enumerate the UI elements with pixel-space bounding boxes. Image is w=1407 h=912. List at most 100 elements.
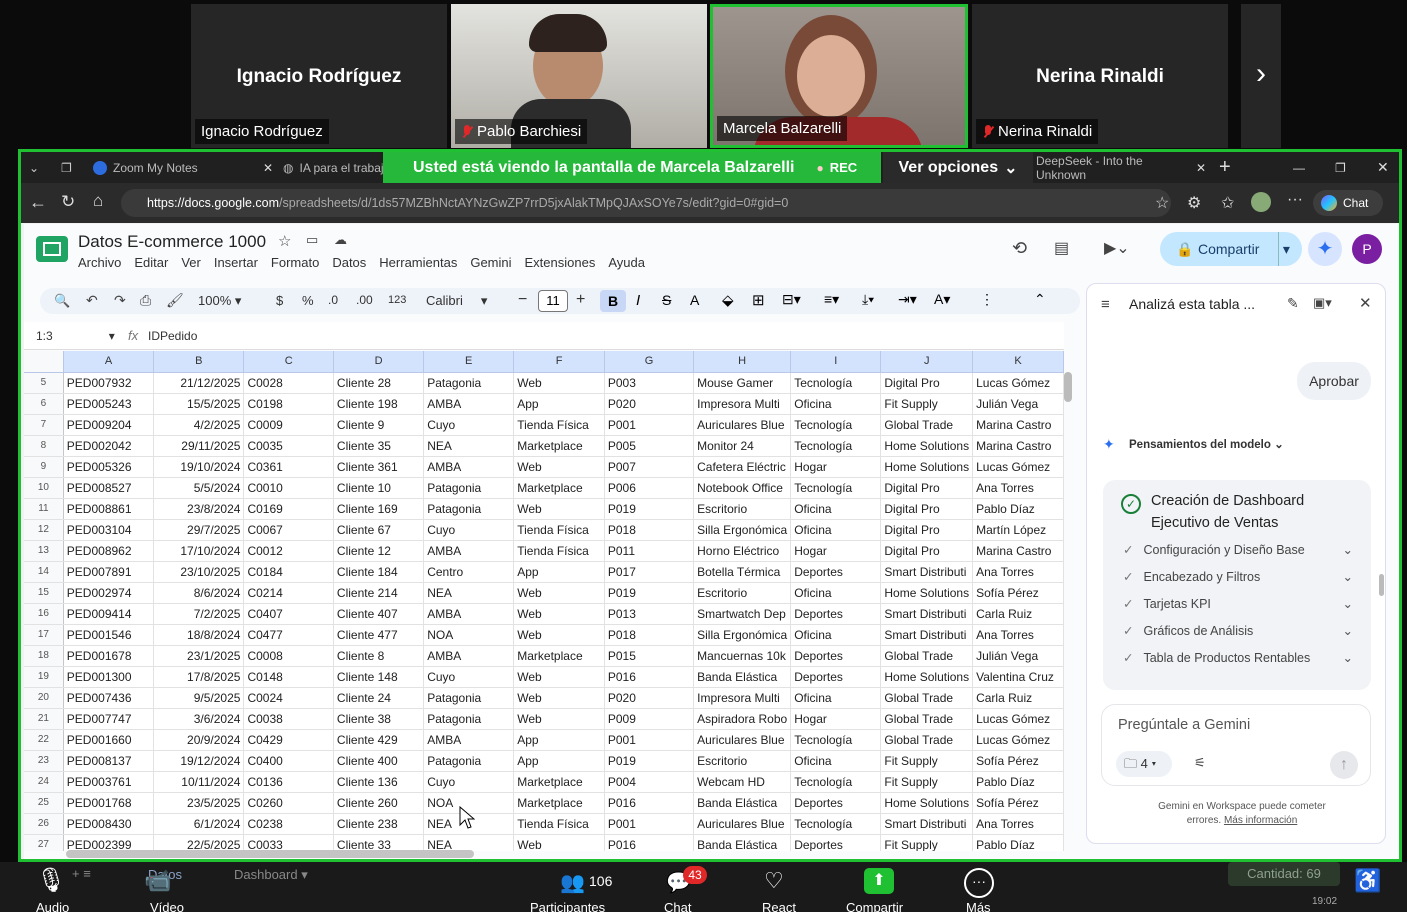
- table-cell[interactable]: Escritorio: [693, 750, 792, 772]
- table-cell[interactable]: Cuyo: [423, 414, 515, 436]
- table-cell[interactable]: Impresora Multi: [693, 687, 792, 709]
- table-cell[interactable]: Marina Castro: [972, 414, 1064, 436]
- table-cell[interactable]: Tienda Física: [513, 540, 605, 562]
- gemini-input-box[interactable]: Pregúntale a Gemini 🗀 4 ▾ ⚟ ↑: [1101, 704, 1371, 786]
- table-cell[interactable]: 5/5/2024: [153, 477, 245, 499]
- table-cell[interactable]: P004: [604, 771, 695, 793]
- table-cell[interactable]: Marketplace: [513, 771, 605, 793]
- table-row[interactable]: 10 PED008527 5/5/2024 C0010 Cliente 10 Patago…: [24, 477, 1064, 499]
- table-cell[interactable]: Cuyo: [423, 519, 515, 541]
- row-number[interactable]: 12: [24, 519, 64, 541]
- table-row[interactable]: 13 PED008962 17/10/2024 C0012 Cliente 12 AMBA…: [24, 540, 1064, 562]
- table-cell[interactable]: Oficina: [790, 687, 882, 709]
- table-cell[interactable]: Escritorio: [693, 498, 792, 520]
- table-cell[interactable]: P001: [604, 414, 695, 436]
- table-cell[interactable]: Oficina: [790, 393, 882, 415]
- table-cell[interactable]: PED002042: [63, 435, 155, 457]
- row-number[interactable]: 19: [24, 666, 64, 688]
- table-cell[interactable]: Web: [513, 498, 605, 520]
- table-cell[interactable]: PED007747: [63, 708, 155, 730]
- table-cell[interactable]: AMBA: [423, 645, 515, 667]
- table-cell[interactable]: 20/9/2024: [153, 729, 245, 751]
- approve-button[interactable]: Aprobar: [1297, 362, 1371, 400]
- table-cell[interactable]: Marketplace: [513, 645, 605, 667]
- table-cell[interactable]: Cliente 361: [333, 456, 425, 478]
- column-header[interactable]: E: [423, 351, 515, 373]
- star-icon[interactable]: ☆: [278, 232, 291, 250]
- table-cell[interactable]: NOA: [423, 624, 515, 646]
- move-folder-icon[interactable]: ▭: [306, 232, 318, 248]
- column-header[interactable]: F: [513, 351, 605, 373]
- table-cell[interactable]: Pablo Díaz: [972, 498, 1064, 520]
- table-cell[interactable]: 3/6/2024: [153, 708, 245, 730]
- task-step[interactable]: ✓ Configuración y Diseño Base ⌄: [1123, 542, 1353, 559]
- more-dots-icon[interactable]: ···: [964, 868, 994, 898]
- row-number[interactable]: 23: [24, 750, 64, 772]
- table-cell[interactable]: PED008861: [63, 498, 155, 520]
- close-panel-icon[interactable]: ✕: [1359, 294, 1372, 312]
- table-cell[interactable]: Cliente 184: [333, 561, 425, 583]
- table-cell[interactable]: Centro: [423, 561, 515, 583]
- column-header[interactable]: A: [63, 351, 155, 373]
- table-cell[interactable]: Marketplace: [513, 435, 605, 457]
- table-cell[interactable]: P018: [604, 624, 695, 646]
- account-avatar[interactable]: P: [1352, 234, 1382, 264]
- table-cell[interactable]: Auriculares Blue: [693, 813, 792, 835]
- table-cell[interactable]: C0260: [243, 792, 334, 814]
- back-arrow-icon[interactable]: ←: [29, 192, 47, 213]
- edit-icon[interactable]: ✎: [1287, 295, 1299, 312]
- hamburger-menu-icon[interactable]: ≡: [1101, 296, 1110, 313]
- table-cell[interactable]: P015: [604, 645, 695, 667]
- column-header[interactable]: D: [333, 351, 425, 373]
- table-row[interactable]: 19 PED001300 17/8/2025 C0148 Cliente 148 Cuyo…: [24, 666, 1064, 688]
- table-cell[interactable]: Web: [513, 603, 605, 625]
- row-number[interactable]: 6: [24, 393, 64, 415]
- row-number[interactable]: 20: [24, 687, 64, 709]
- participant-tile-pablo[interactable]: Pablo Barchiesi: [451, 4, 707, 148]
- table-cell[interactable]: Home Solutions: [880, 456, 974, 478]
- table-cell[interactable]: Lucas Gómez: [972, 708, 1064, 730]
- table-cell[interactable]: C0400: [243, 750, 334, 772]
- table-cell[interactable]: Web: [513, 708, 605, 730]
- table-cell[interactable]: PED008962: [63, 540, 155, 562]
- increase-font-icon[interactable]: +: [576, 291, 585, 309]
- table-cell[interactable]: 17/8/2025: [153, 666, 245, 688]
- merge-cells-icon[interactable]: ⊟▾: [782, 291, 801, 308]
- strikethrough-button[interactable]: S: [662, 292, 671, 308]
- table-cell[interactable]: PED002974: [63, 582, 155, 604]
- table-cell[interactable]: Tecnología: [790, 771, 882, 793]
- copilot-chat-button[interactable]: Chat: [1313, 190, 1383, 216]
- table-cell[interactable]: Mouse Gamer: [693, 372, 792, 394]
- share-screen-arrow-icon[interactable]: ⬆: [864, 868, 894, 894]
- table-cell[interactable]: Cliente 198: [333, 393, 425, 415]
- more-options-icon[interactable]: ⋮: [980, 291, 994, 308]
- table-cell[interactable]: Sofía Pérez: [972, 792, 1064, 814]
- rotate-text-icon[interactable]: A▾: [934, 291, 950, 308]
- participant-tile-marcela[interactable]: Marcela Balzarelli: [710, 4, 968, 148]
- name-box[interactable]: 1:3 ▾: [36, 329, 115, 343]
- task-step[interactable]: ✓ Tarjetas KPI ⌄: [1123, 596, 1353, 613]
- table-cell[interactable]: 7/2/2025: [153, 603, 245, 625]
- table-cell[interactable]: P003: [604, 372, 695, 394]
- table-cell[interactable]: Monitor 24: [693, 435, 792, 457]
- table-cell[interactable]: Oficina: [790, 498, 882, 520]
- menu-item[interactable]: Insertar: [214, 255, 258, 270]
- table-cell[interactable]: 23/8/2024: [153, 498, 245, 520]
- share-button[interactable]: 🔒 Compartir ▾: [1160, 232, 1302, 266]
- table-cell[interactable]: P020: [604, 393, 695, 415]
- table-cell[interactable]: Cliente 8: [333, 645, 425, 667]
- table-cell[interactable]: Tecnología: [790, 729, 882, 751]
- table-cell[interactable]: Notebook Office: [693, 477, 792, 499]
- table-cell[interactable]: P018: [604, 519, 695, 541]
- table-cell[interactable]: 10/11/2024: [153, 771, 245, 793]
- table-cell[interactable]: Cliente 38: [333, 708, 425, 730]
- row-number[interactable]: 27: [24, 834, 64, 851]
- table-cell[interactable]: 8/6/2024: [153, 582, 245, 604]
- participant-tile-nerina[interactable]: Nerina Rinaldi Nerina Rinaldi: [972, 4, 1228, 148]
- percent-format-button[interactable]: %: [302, 293, 314, 308]
- tab-actions-chevron-icon[interactable]: ⌄: [29, 152, 39, 183]
- table-cell[interactable]: Web: [513, 834, 605, 851]
- table-cell[interactable]: NEA: [423, 435, 515, 457]
- table-cell[interactable]: P005: [604, 435, 695, 457]
- sources-chip[interactable]: 🗀 4 ▾: [1116, 751, 1172, 777]
